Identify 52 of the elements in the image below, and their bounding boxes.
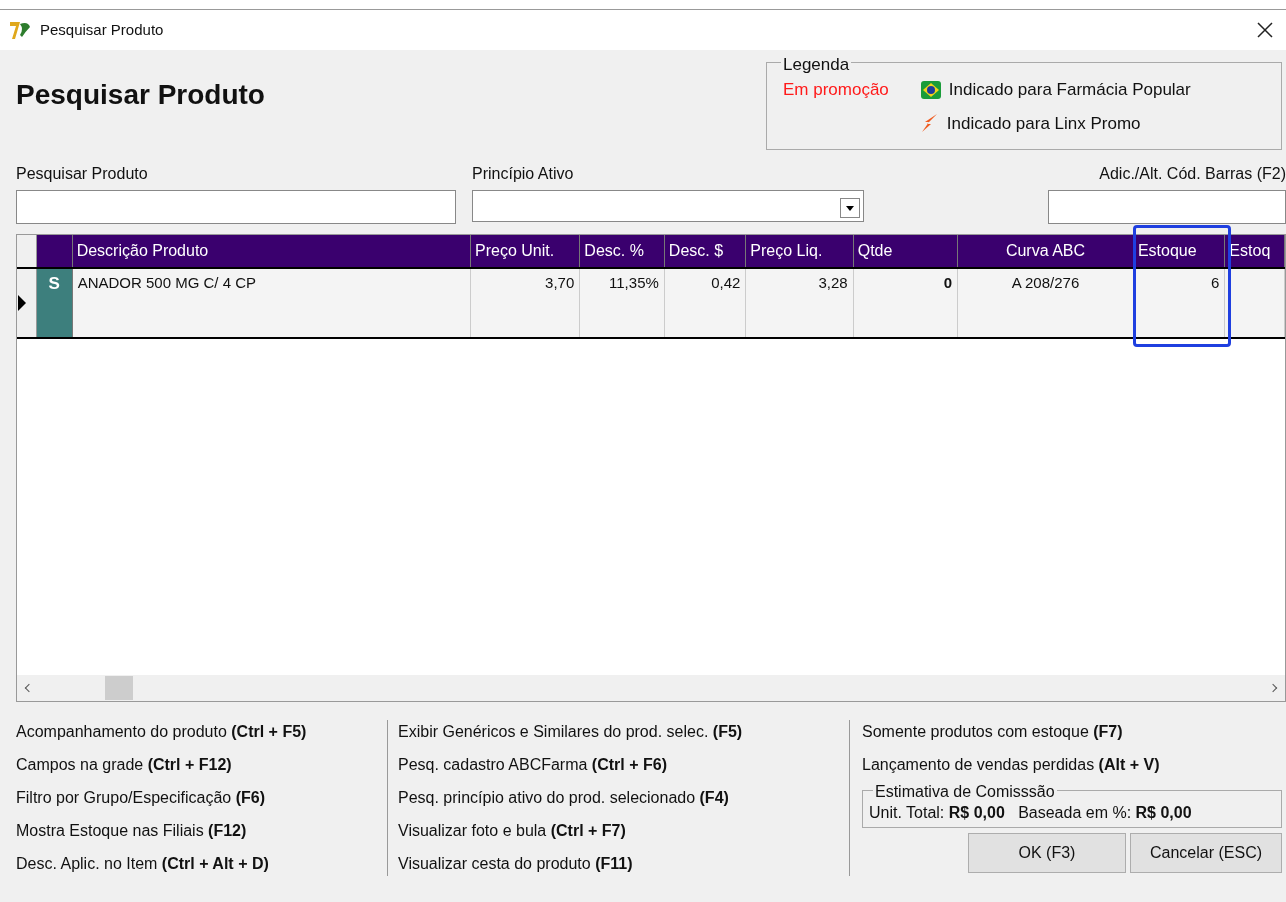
table-cell: 3,28 [746,269,854,337]
column-header[interactable]: Preço Liq. [746,235,854,267]
column-header[interactable]: Qtde [853,235,959,267]
shortcut-link[interactable]: Visualizar foto e bula (Ctrl + F7) [398,819,839,843]
table-cell: 6 [1133,269,1226,337]
input-field[interactable] [1048,190,1286,224]
table-cell: A 208/276 [958,269,1134,337]
table-cell: 11,35% [580,269,665,337]
legend-label: Indicado para Farmácia Popular [948,79,1191,101]
shortcut-link[interactable]: Somente produtos com estoque (F7) [862,720,1282,744]
shortcut-link[interactable]: Campos na grade (Ctrl + F12) [16,753,377,777]
page-heading: Pesquisar Produto [16,78,265,112]
flag-icon [920,80,941,99]
column-header[interactable]: Preço Unit. [471,235,581,267]
shortcut-link[interactable]: Pesq. cadastro ABCFarma (Ctrl + F6) [398,753,839,777]
row-pointer-icon [17,294,27,312]
table-cell: ANADOR 500 MG C/ 4 CP [72,269,471,337]
promo-label: Em promoção [783,79,889,101]
input-field[interactable] [16,190,456,224]
table-cell: 0 [853,269,959,337]
app-logo-icon [8,19,32,41]
cancel-button[interactable]: Cancelar (ESC) [1130,833,1282,873]
commission-values: Unit. Total: R$ 0,00 Baseada em %: R$ 0,00 [869,804,1192,821]
column-header[interactable]: Curva ABC [958,235,1134,267]
shortcut-link[interactable]: Mostra Estoque nas Filiais (F12) [16,819,377,843]
table-cell: 3,70 [471,269,581,337]
lightning-icon [920,113,939,134]
shortcut-link[interactable]: Filtro por Grupo/Especificação (F6) [16,786,377,810]
tag-cell: S [36,269,73,337]
column-header[interactable]: Desc. % [580,235,665,267]
window-title: Pesquisar Produto [40,19,165,40]
ok-button[interactable]: OK (F3) [968,833,1126,873]
table-row[interactable]: S ANADOR 500 MG C/ 4 CP 3,70 11,35% 0,42 3,28 0 A 208/276 6 [17,269,1285,339]
close-icon[interactable] [1256,21,1274,39]
column-header[interactable]: Estoque [1133,235,1226,267]
column-header[interactable]: Desc. $ [664,235,747,267]
shortcut-link[interactable]: Exibir Genéricos e Similares do prod. selec. (F5) [398,720,839,744]
horizontal-scrollbar[interactable] [17,675,1285,701]
shortcut-link[interactable]: Lançamento de vendas perdidas (Alt + V) [862,753,1282,777]
field-label: Princípio Ativo [472,164,575,184]
shortcut-link[interactable]: Visualizar cesta do produto (F11) [398,852,839,876]
column-header[interactable]: Estoq [1225,235,1285,267]
shortcut-link[interactable]: Acompanhamento do produto (Ctrl + F5) [16,720,377,744]
field-label: Adic./Alt. Cód. Barras (F2) [1099,164,1286,184]
dropdown-field[interactable] [472,190,864,222]
table-cell: 0,42 [664,269,747,337]
field-label: Pesquisar Produto [16,164,149,184]
legend-label: Indicado para Linx Promo [946,112,1141,135]
shortcut-link[interactable]: Pesq. princípio ativo do prod. selecionado (F4) [398,786,839,810]
shortcut-link[interactable]: Desc. Aplic. no Item (Ctrl + Alt + D) [16,852,377,876]
column-header[interactable]: Descrição Produto [72,235,471,267]
scroll-thumb[interactable] [105,676,133,700]
